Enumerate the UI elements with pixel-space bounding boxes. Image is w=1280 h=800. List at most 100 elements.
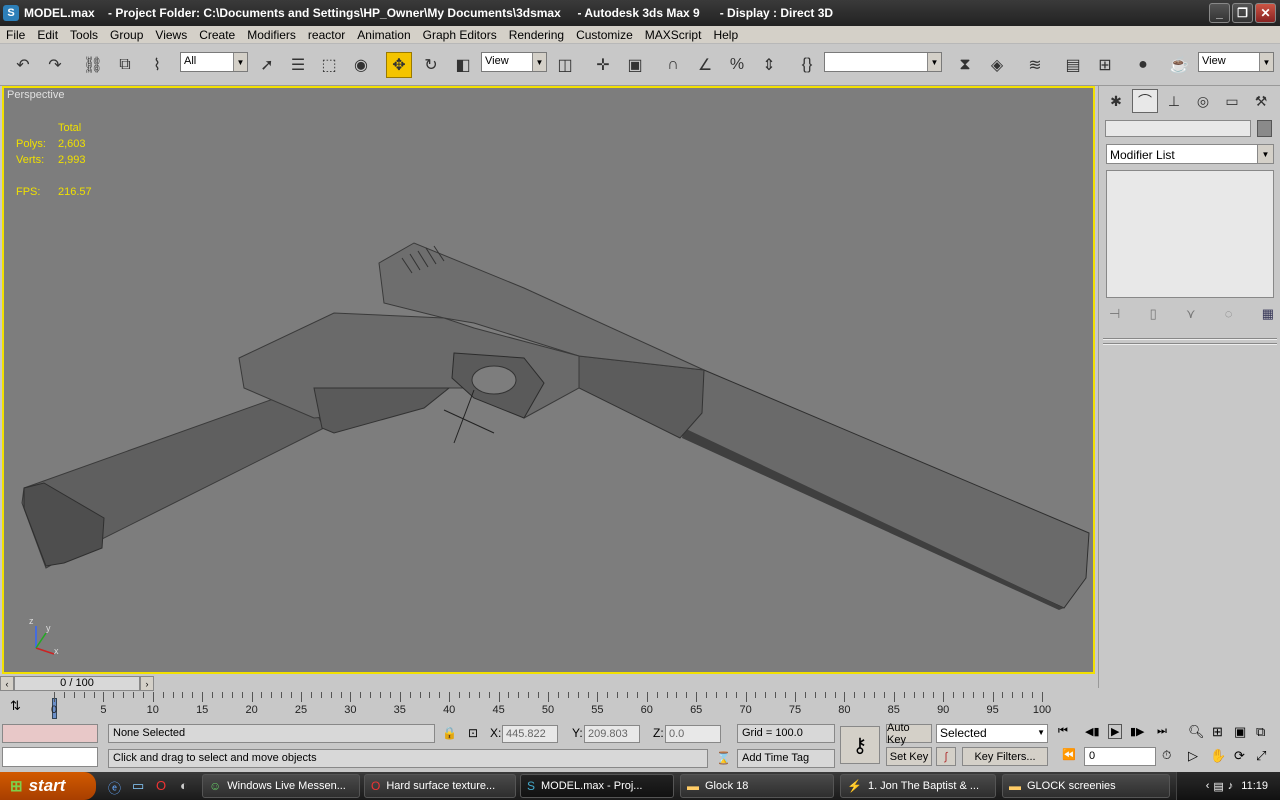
time-slider-next-arrow[interactable]: › (140, 676, 154, 691)
menu-customize[interactable]: Customize (570, 28, 639, 42)
redo-icon[interactable]: ↷ (42, 52, 68, 78)
track-bar[interactable]: ⇅ 0 5 10 15 20 25 30 35 40 45 50 55 60 65 70 75 80 85 90 95… (0, 692, 1097, 720)
material-editor-icon[interactable]: ● (1130, 52, 1156, 78)
network-icon[interactable]: ▤ (1213, 780, 1223, 793)
menu-create[interactable]: Create (193, 28, 241, 42)
menu-modifiers[interactable]: Modifiers (241, 28, 302, 42)
current-frame-field[interactable]: 0 (1084, 747, 1156, 766)
next-frame-icon[interactable]: ▮▶ (1130, 725, 1145, 738)
modify-tab-icon[interactable]: ⌒ (1132, 89, 1158, 113)
desktop-quicklaunch-icon[interactable]: ▭ (132, 778, 144, 794)
time-configuration-icon[interactable]: ⏱ (1162, 748, 1171, 763)
pan-view-icon[interactable]: ✋ (1210, 748, 1226, 764)
time-slider[interactable]: 0 / 100 (14, 676, 140, 691)
x-coordinate-field[interactable]: 445.822 (502, 725, 558, 743)
set-key-icon[interactable]: ⚷ (840, 726, 880, 764)
media-quicklaunch-icon[interactable]: ◐ (180, 778, 188, 793)
pin-stack-icon[interactable]: ⊣ (1109, 306, 1120, 322)
render-type-dropdown[interactable]: View ▼ (1198, 52, 1274, 72)
key-filters-button[interactable]: Key Filters... (962, 747, 1048, 766)
select-and-rotate-icon[interactable]: ↻ (418, 52, 444, 78)
arc-rotate-icon[interactable]: ⟳ (1234, 748, 1245, 764)
layer-manager-icon[interactable]: ≋ (1022, 52, 1048, 78)
motion-tab-icon[interactable]: ◎ (1190, 89, 1216, 113)
menu-maxscript[interactable]: MAXScript (639, 28, 708, 42)
3dsmax-app-icon[interactable]: S (3, 5, 19, 21)
close-button[interactable]: ✕ (1255, 3, 1276, 23)
ie-quicklaunch-icon[interactable]: ⓔ (108, 778, 121, 797)
pistol-model[interactable] (4, 88, 1095, 674)
zoom-icon[interactable]: 🔍︎ (1188, 724, 1205, 740)
go-to-end-icon[interactable]: ⏭ (1157, 725, 1167, 738)
make-unique-icon[interactable]: ⋎ (1186, 306, 1196, 322)
maximize-viewport-icon[interactable]: ⤢ (1256, 748, 1266, 764)
play-animation-icon[interactable]: ▶ (1108, 724, 1123, 739)
manipulate-icon[interactable]: ✛ (590, 52, 616, 78)
undo-icon[interactable]: ↶ (10, 52, 36, 78)
angle-snap-icon[interactable]: ∠ (692, 52, 718, 78)
previous-frame-icon[interactable]: ◀▮ (1085, 725, 1100, 738)
snaps-toggle-icon[interactable]: ∩ (660, 52, 686, 78)
task-hard-surface-texture[interactable]: O Hard surface texture... (364, 774, 516, 798)
selection-filter-dropdown[interactable]: All ▼ (180, 52, 248, 72)
time-slider-prev-arrow[interactable]: ‹ (0, 676, 14, 691)
task-glock-screenies-folder[interactable]: ▬ GLOCK screenies (1002, 774, 1170, 798)
edit-named-selection-icon[interactable]: {} (794, 52, 820, 78)
object-name-field[interactable] (1105, 120, 1251, 137)
bind-to-space-warp-icon[interactable]: ⌇ (144, 52, 170, 78)
align-icon[interactable]: ◈ (984, 52, 1010, 78)
select-by-name-icon[interactable]: ☰ (285, 52, 311, 78)
render-scene-icon[interactable]: ☕ (1166, 52, 1192, 78)
select-and-scale-icon[interactable]: ◧ (450, 52, 476, 78)
menu-views[interactable]: Views (149, 28, 193, 42)
utilities-tab-icon[interactable]: ⚒ (1248, 89, 1274, 113)
field-of-view-icon[interactable]: ▷ (1188, 748, 1198, 764)
named-selection-sets-dropdown[interactable]: ▼ (824, 52, 942, 72)
zoom-extents-icon[interactable]: ▣ (1234, 724, 1246, 740)
menu-reactor[interactable]: reactor (302, 28, 351, 42)
show-end-result-icon[interactable]: ▯ (1150, 306, 1157, 322)
lock-selection-icon[interactable]: 🔒 (442, 726, 457, 740)
percent-snap-icon[interactable]: % (724, 52, 750, 78)
start-button[interactable]: ⊞ start (0, 772, 96, 800)
modifier-stack[interactable] (1106, 170, 1274, 298)
zoom-all-icon[interactable]: ⊞ (1212, 724, 1223, 740)
mirror-icon[interactable]: ⧗ (952, 52, 978, 78)
menu-file[interactable]: File (0, 28, 31, 42)
create-tab-icon[interactable]: ✱ (1103, 89, 1129, 113)
schematic-view-icon[interactable]: ⊞ (1092, 52, 1118, 78)
menu-graph-editors[interactable]: Graph Editors (417, 28, 503, 42)
object-color-swatch[interactable] (1257, 120, 1272, 137)
select-and-link-icon[interactable]: ⛓ (80, 52, 106, 78)
menu-animation[interactable]: Animation (351, 28, 416, 42)
maxscript-listener-mini[interactable] (2, 724, 98, 743)
modifier-list-dropdown[interactable]: Modifier List ▼ (1106, 144, 1274, 164)
minimize-button[interactable]: _ (1209, 3, 1230, 23)
key-mode-dropdown[interactable]: Selected ▼ (936, 724, 1048, 743)
remove-modifier-icon[interactable]: ◌ (1225, 306, 1233, 322)
task-3dsmax[interactable]: S MODEL.max - Proj... (520, 774, 674, 798)
select-and-move-icon[interactable]: ✥ (386, 52, 412, 78)
rectangular-selection-icon[interactable]: ⬚ (316, 52, 342, 78)
auto-key-button[interactable]: Auto Key (886, 722, 932, 746)
opera-quicklaunch-icon[interactable]: O (156, 778, 166, 793)
go-to-start-icon[interactable]: ⏮ (1058, 725, 1068, 738)
curve-editor-icon[interactable]: ▤ (1060, 52, 1086, 78)
absolute-mode-icon[interactable]: ⊡ (468, 726, 478, 740)
clock[interactable]: 11:19 (1241, 780, 1268, 792)
menu-rendering[interactable]: Rendering (503, 28, 570, 42)
keyboard-shortcut-override-icon[interactable]: ▣ (622, 52, 648, 78)
maxscript-input[interactable] (2, 747, 98, 767)
volume-icon[interactable]: ♪ (1228, 780, 1234, 792)
unlink-selection-icon[interactable]: ⧉ (112, 52, 138, 78)
display-tab-icon[interactable]: ▭ (1219, 89, 1245, 113)
open-mini-curve-editor-icon[interactable]: ⇅ (10, 698, 21, 714)
reference-coordinate-dropdown[interactable]: View ▼ (481, 52, 547, 72)
default-tangent-icon[interactable]: ∫ (936, 747, 956, 766)
perspective-viewport[interactable]: Perspective Total Polys: 2,603 Verts: 2,99… (2, 86, 1095, 674)
menu-group[interactable]: Group (104, 28, 149, 42)
menu-edit[interactable]: Edit (31, 28, 64, 42)
task-windows-live-messenger[interactable]: ☺ Windows Live Messen... (202, 774, 360, 798)
menu-help[interactable]: Help (707, 28, 744, 42)
window-crossing-icon[interactable]: ◉ (348, 52, 374, 78)
